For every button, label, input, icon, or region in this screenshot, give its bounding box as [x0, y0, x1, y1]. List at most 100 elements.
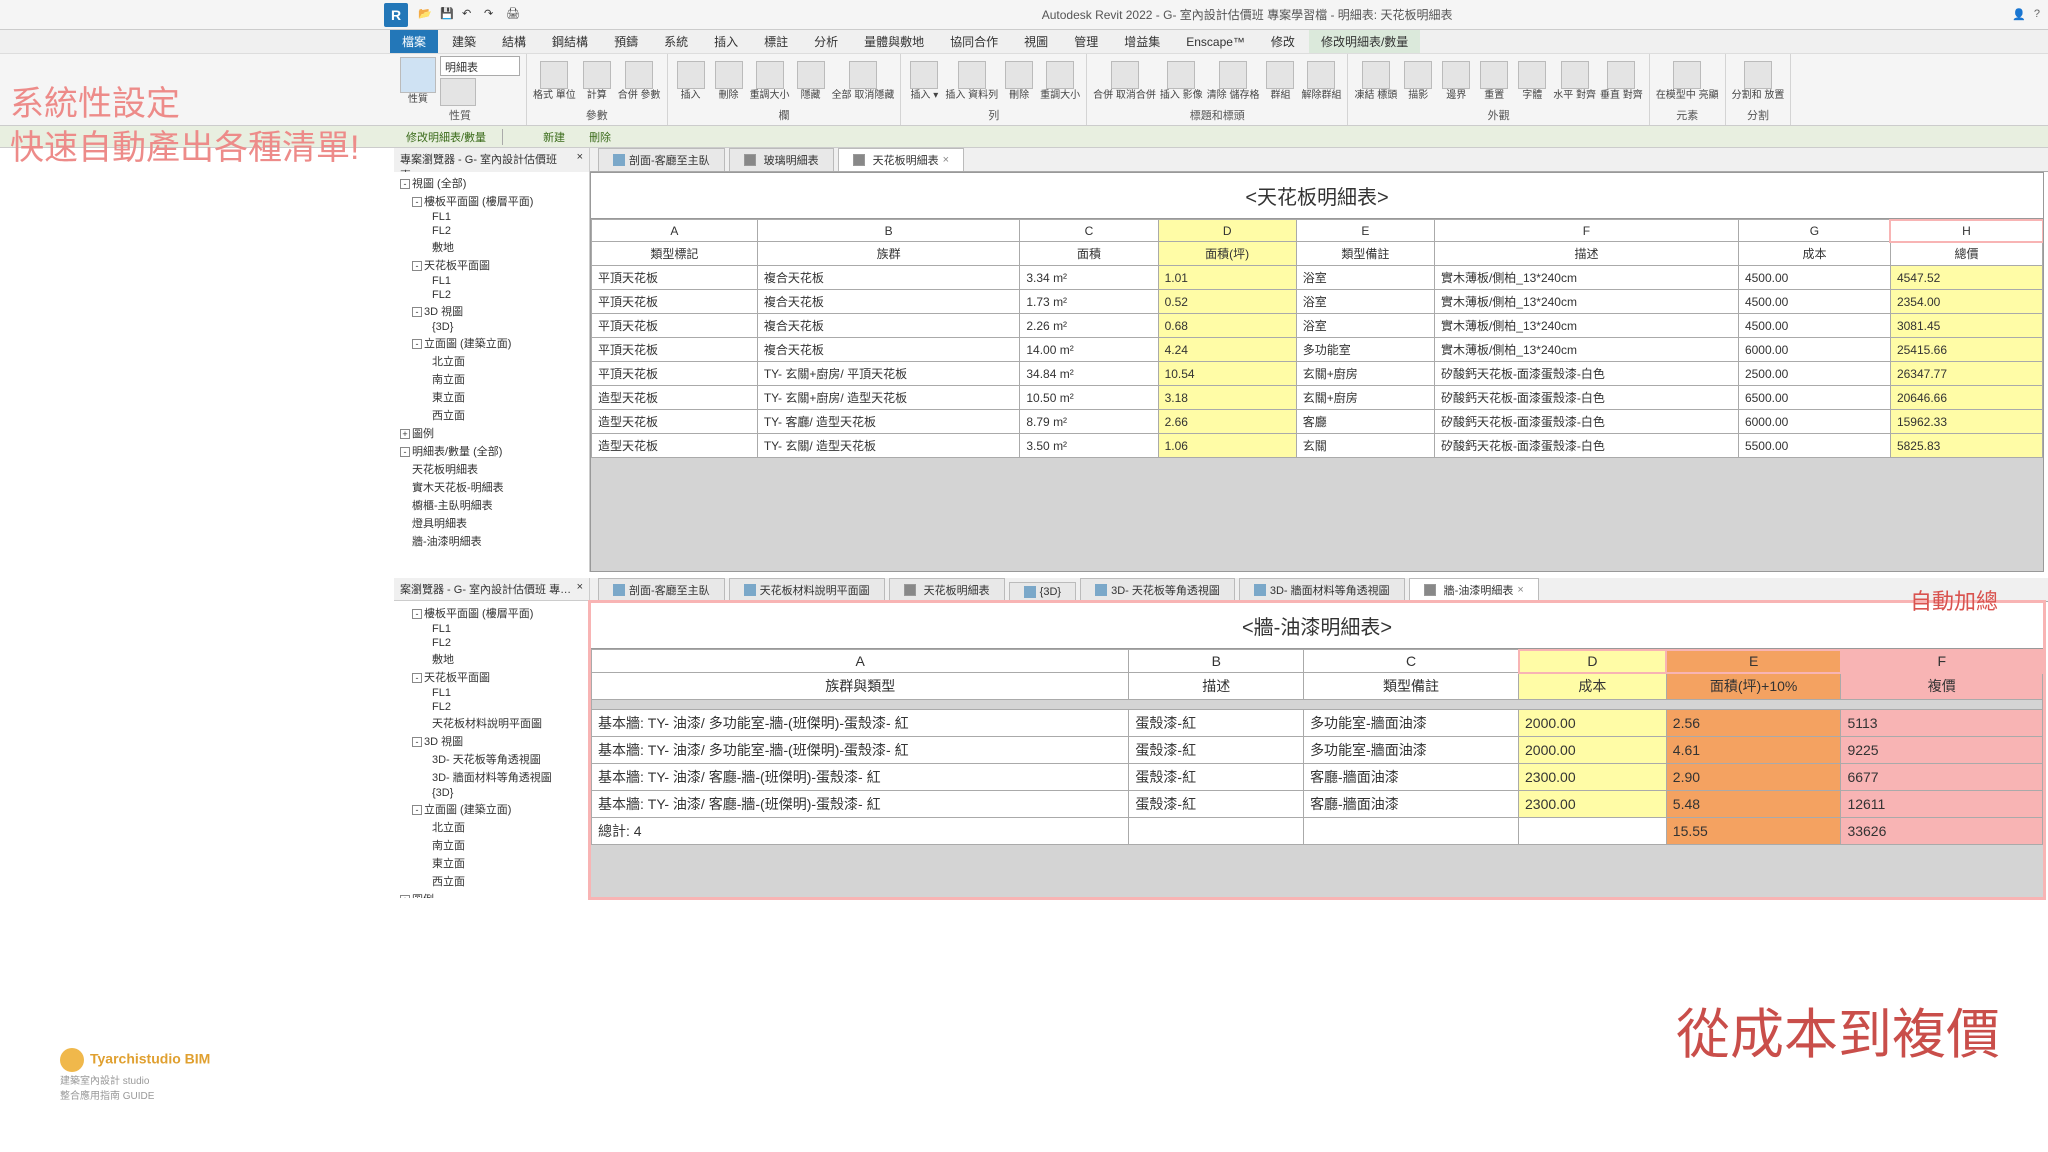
insert-image-button[interactable]: 插入 影像: [1160, 61, 1203, 101]
tab-3d[interactable]: {3D}: [1009, 582, 1076, 601]
combine-params-button[interactable]: 合併 參數: [618, 61, 661, 101]
col-resize-button[interactable]: 重調大小: [750, 61, 790, 101]
menu-view[interactable]: 視圖: [1012, 30, 1060, 53]
qat-print-icon[interactable]: 🖨: [506, 7, 522, 23]
project-browser-header-2: 案瀏覽器 - G- 室內設計估價班 專…×: [394, 578, 589, 601]
menu-massing[interactable]: 量體與敷地: [852, 30, 936, 53]
subribbon-label: 修改明細表/數量: [394, 127, 498, 147]
menu-annotate[interactable]: 標註: [752, 30, 800, 53]
menu-manage[interactable]: 管理: [1062, 30, 1110, 53]
table-row[interactable]: 基本牆: TY- 油漆/ 多功能室-牆-(班傑明)-蛋殼漆- 紅蛋殼漆-紅多功能…: [592, 710, 2043, 737]
menu-enscape[interactable]: Enscape™: [1174, 32, 1257, 52]
halign-button[interactable]: 水平 對齊: [1553, 61, 1596, 101]
table-row[interactable]: 基本牆: TY- 油漆/ 客廳-牆-(班傑明)-蛋殼漆- 紅蛋殼漆-紅客廳-牆面…: [592, 791, 2043, 818]
annotation-systematic: 系統性設定快速自動產出各種清單!: [10, 82, 359, 170]
ribbon-group-element: 在模型中 亮顯 元素: [1650, 54, 1726, 125]
close-icon[interactable]: ×: [1517, 584, 1523, 596]
ribbon-group-properties: 性質 明細表 性質: [394, 54, 527, 125]
modify-button[interactable]: 性質: [400, 57, 436, 105]
borders-button[interactable]: 邊界: [1439, 61, 1473, 101]
tab-glass-sched[interactable]: 玻璃明細表: [729, 148, 834, 171]
menu-addins[interactable]: 增益集: [1112, 30, 1172, 53]
tab-3d-wall[interactable]: 3D- 牆面材料等角透視圖: [1239, 578, 1405, 601]
quick-access-toolbar: 📂 💾 ↶ ↷ 🖨: [418, 7, 522, 23]
table-row[interactable]: 平頂天花板複合天花板2.26 m²0.68浴室實木薄板/側柏_13*240cm4…: [592, 314, 2043, 338]
col-delete-button[interactable]: 刪除: [712, 61, 746, 101]
group-button[interactable]: 群組: [1263, 61, 1297, 101]
subribbon-delete[interactable]: 刪除: [577, 127, 623, 147]
qat-redo-icon[interactable]: ↷: [484, 7, 500, 23]
tab-3d-ceiling[interactable]: 3D- 天花板等角透視圖: [1080, 578, 1235, 601]
menu-steel[interactable]: 鋼結構: [540, 30, 600, 53]
tab-ceiling-plan[interactable]: 天花板材料說明平面圖: [729, 578, 885, 601]
tab-section[interactable]: 剖面-客廳至主臥: [598, 148, 725, 171]
view-tabs-2: 剖面-客廳至主臥 天花板材料說明平面圖 天花板明細表 {3D} 3D- 天花板等…: [590, 578, 2048, 602]
project-browser-header: 專案瀏覽器 - G- 室內設計估價班 專…×: [394, 148, 589, 172]
project-browser-2[interactable]: -樓板平面圖 (樓層平面) FL1 FL2 敷地 -天花板平面圖 FL1 FL2…: [394, 602, 590, 898]
menu-insert[interactable]: 插入: [702, 30, 750, 53]
table-row[interactable]: 造型天花板TY- 玄關+廚房/ 造型天花板10.50 m²3.18玄關+廚房矽酸…: [592, 386, 2043, 410]
project-browser-1[interactable]: -視圖 (全部) -樓板平面圖 (樓層平面) FL1 FL2 敷地 -天花板平面…: [394, 172, 590, 572]
ungroup-button[interactable]: 解除群組: [1301, 61, 1341, 101]
schedule-table-2: AB CD EF 族群與類型描述類型備註 成本面積(坪)+10%複價 基本牆: …: [591, 649, 2043, 845]
tab-section-2[interactable]: 剖面-客廳至主臥: [598, 578, 725, 601]
close-icon[interactable]: ×: [943, 154, 949, 166]
tab-ceiling-sched[interactable]: 天花板明細表×: [838, 148, 964, 171]
qat-save-icon[interactable]: 💾: [440, 7, 456, 23]
menu-analyze[interactable]: 分析: [802, 30, 850, 53]
row-delete-button[interactable]: 刪除: [1002, 61, 1036, 101]
menu-arch[interactable]: 建築: [440, 30, 488, 53]
table-row[interactable]: 平頂天花板複合天花板1.73 m²0.52浴室實木薄板/側柏_13*240cm4…: [592, 290, 2043, 314]
col-unhide-button[interactable]: 全部 取消隱藏: [832, 61, 895, 101]
row-datarow-button[interactable]: 插入 資料列: [945, 61, 998, 101]
col-insert-button[interactable]: 插入: [674, 61, 708, 101]
table-row[interactable]: 平頂天花板複合天花板14.00 m²4.24多功能室實木薄板/側柏_13*240…: [592, 338, 2043, 362]
menu-systems[interactable]: 系統: [652, 30, 700, 53]
table-row[interactable]: 造型天花板TY- 玄關/ 造型天花板3.50 m²1.06玄關矽酸鈣天花板-面漆…: [592, 434, 2043, 458]
menu-modify[interactable]: 修改: [1259, 30, 1307, 53]
reset-button[interactable]: 重置: [1477, 61, 1511, 101]
total-row: 總計: 4 15.5533626: [592, 818, 2043, 845]
row-resize-button[interactable]: 重調大小: [1040, 61, 1080, 101]
table-row[interactable]: 平頂天花板複合天花板3.34 m²1.01浴室實木薄板/側柏_13*240cm4…: [592, 266, 2043, 290]
properties-button[interactable]: [440, 78, 520, 106]
col-hide-button[interactable]: 隱藏: [794, 61, 828, 101]
valign-button[interactable]: 垂直 對齊: [1600, 61, 1643, 101]
menu-file[interactable]: 檔案: [390, 30, 438, 53]
tab-wall-paint-sched[interactable]: 牆-油漆明細表×: [1409, 578, 1539, 601]
schedule-view-1[interactable]: <天花板明細表> AB CD EF GH 類型標記族群面積 面積(坪)類型備註描…: [590, 172, 2044, 572]
clear-cell-button[interactable]: 清除 儲存格: [1207, 61, 1260, 101]
highlight-in-model-button[interactable]: 在模型中 亮顯: [1656, 61, 1719, 101]
format-unit-button[interactable]: 格式 單位: [533, 61, 576, 101]
calculate-button[interactable]: 計算: [580, 61, 614, 101]
ribbon-group-params: 格式 單位 計算 合併 參數 參數: [527, 54, 668, 125]
browser-tree[interactable]: -視圖 (全部) -樓板平面圖 (樓層平面) FL1 FL2 敷地 -天花板平面…: [394, 172, 589, 552]
auto-total-annotation: 自動加總: [1910, 584, 1998, 616]
close-icon[interactable]: ×: [577, 151, 583, 172]
table-row[interactable]: 基本牆: TY- 油漆/ 多功能室-牆-(班傑明)-蛋殼漆- 紅蛋殼漆-紅多功能…: [592, 737, 2043, 764]
schedule-table-1: AB CD EF GH 類型標記族群面積 面積(坪)類型備註描述 成本總價 平頂…: [591, 219, 2043, 458]
menu-collab[interactable]: 協同合作: [938, 30, 1010, 53]
table-row[interactable]: 平頂天花板TY- 玄關+廚房/ 平頂天花板34.84 m²10.54玄關+廚房矽…: [592, 362, 2043, 386]
menu-schedule-modify[interactable]: 修改明細表/數量: [1309, 30, 1420, 53]
user-icon[interactable]: 👤: [2012, 8, 2026, 21]
tab-ceiling-sched-2[interactable]: 天花板明細表: [889, 578, 1005, 601]
table-row[interactable]: 基本牆: TY- 油漆/ 客廳-牆-(班傑明)-蛋殼漆- 紅蛋殼漆-紅客廳-牆面…: [592, 764, 2043, 791]
font-button[interactable]: 字體: [1515, 61, 1549, 101]
split-place-button[interactable]: 分割和 放置: [1732, 61, 1785, 101]
menu-precast[interactable]: 預鑄: [602, 30, 650, 53]
merge-button[interactable]: 合併 取消合併: [1093, 61, 1156, 101]
qat-undo-icon[interactable]: ↶: [462, 7, 478, 23]
help-icon[interactable]: ?: [2034, 8, 2040, 21]
table-row[interactable]: 造型天花板TY- 客廳/ 造型天花板8.79 m²2.66客廳矽酸鈣天花板-面漆…: [592, 410, 2043, 434]
titlebar: R 📂 💾 ↶ ↷ 🖨 Autodesk Revit 2022 - G- 室內設…: [0, 0, 2048, 30]
subribbon-new[interactable]: 新建: [531, 127, 577, 147]
close-icon[interactable]: ×: [577, 581, 583, 597]
qat-open-icon[interactable]: 📂: [418, 7, 434, 23]
schedule-view-2[interactable]: <牆-油漆明細表> AB CD EF 族群與類型描述類型備註 成本面積(坪)+1…: [590, 602, 2044, 898]
freeze-header-button[interactable]: 凍結 標頭: [1354, 61, 1397, 101]
schedule-type-dropdown[interactable]: 明細表: [440, 56, 520, 76]
row-insert-button[interactable]: 插入 ▾: [907, 61, 941, 101]
shading-button[interactable]: 描影: [1401, 61, 1435, 101]
menu-struct[interactable]: 結構: [490, 30, 538, 53]
